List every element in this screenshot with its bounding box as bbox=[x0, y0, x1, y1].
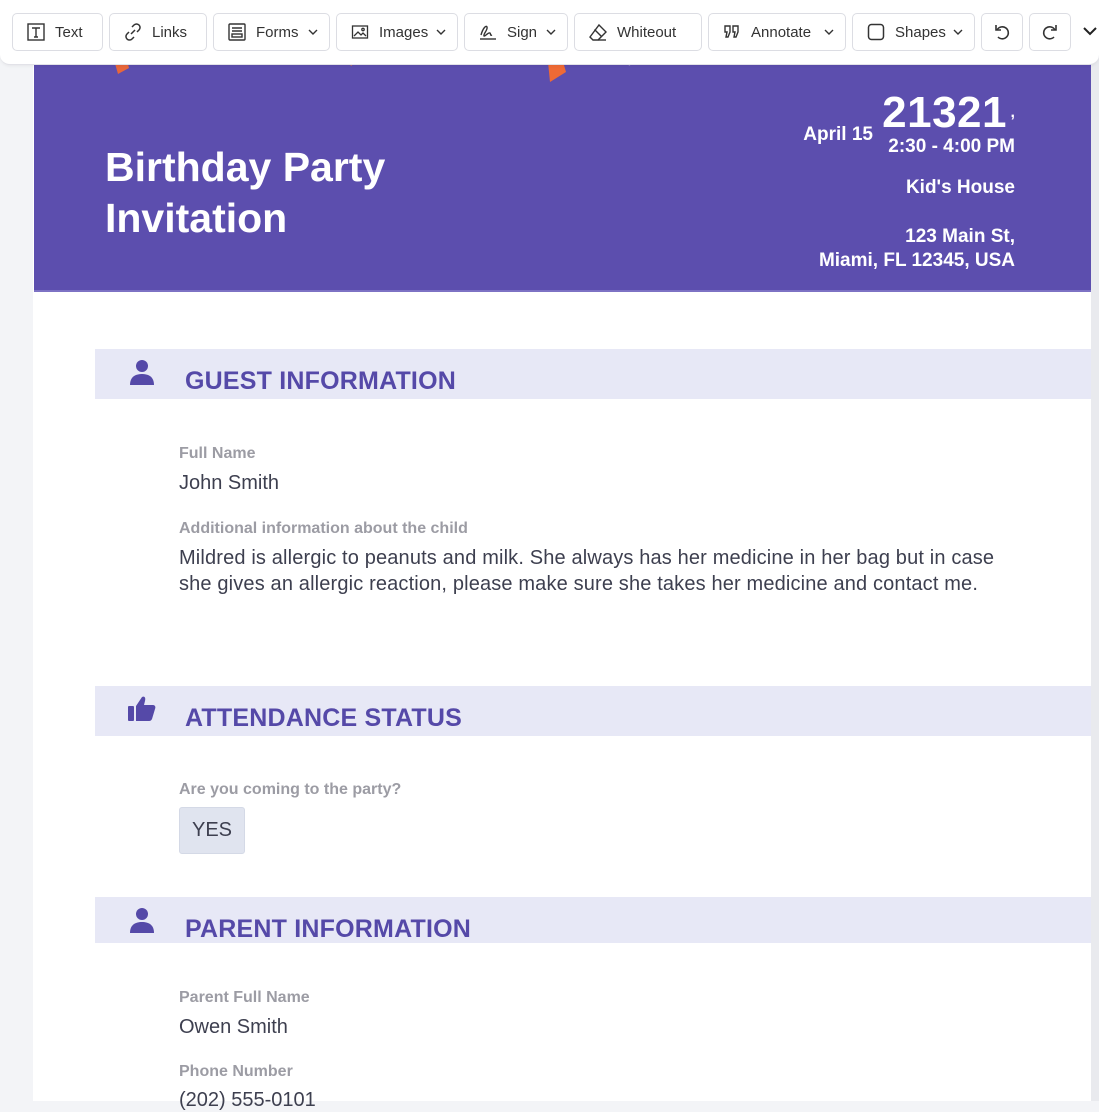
guest-information-header: GUEST INFORMATION bbox=[95, 349, 1091, 399]
shapes-tool-label: Shapes bbox=[895, 23, 946, 41]
editor-toolbar: Text Links Forms Images Sign Whiteout An… bbox=[0, 0, 1099, 65]
text-tool-label: Text bbox=[55, 23, 83, 41]
event-time: 2:30 - 4:00 PM bbox=[888, 136, 1015, 157]
header-divider bbox=[34, 290, 1091, 292]
attendance-status-header: ATTENDANCE STATUS bbox=[95, 686, 1091, 736]
shapes-tool-button[interactable]: Shapes bbox=[852, 13, 975, 51]
forms-tool-label: Forms bbox=[256, 23, 299, 41]
images-tool-label: Images bbox=[379, 23, 429, 41]
image-icon bbox=[349, 21, 371, 43]
section-title: ATTENDANCE STATUS bbox=[185, 704, 462, 732]
additional-info-value: Mildred is allergic to peanuts and milk.… bbox=[179, 547, 995, 595]
form-icon bbox=[226, 21, 248, 43]
annotate-tool-button[interactable]: Annotate bbox=[708, 13, 846, 51]
additional-info-label: Additional information about the child bbox=[179, 520, 468, 537]
annotate-tool-label: Annotate bbox=[751, 23, 812, 41]
invitation-title: Birthday Party Invitation bbox=[105, 144, 386, 241]
chevron-down-icon bbox=[952, 26, 964, 38]
more-tools-button[interactable] bbox=[1079, 24, 1099, 42]
section-title: GUEST INFORMATION bbox=[185, 367, 456, 395]
event-date: April 15 bbox=[803, 124, 873, 145]
undo-icon bbox=[991, 21, 1013, 43]
event-number-comma: , bbox=[1010, 104, 1015, 121]
person-icon bbox=[127, 905, 157, 935]
chevron-down-icon bbox=[435, 26, 447, 38]
square-icon bbox=[865, 21, 887, 43]
forms-tool-button[interactable]: Forms bbox=[213, 13, 330, 51]
event-place: Kid's House bbox=[905, 177, 1015, 198]
annotate-icon bbox=[721, 21, 743, 43]
signature-icon bbox=[477, 21, 499, 43]
chevron-down-icon bbox=[545, 26, 557, 38]
event-address: 123 Main St, Miami, FL 12345, USA bbox=[819, 225, 1015, 273]
text-tool-icon bbox=[25, 21, 47, 43]
chevron-down-icon bbox=[823, 26, 835, 38]
attendance-question-label: Are you coming to the party? bbox=[179, 781, 402, 798]
full-name-label: Full Name bbox=[179, 445, 256, 462]
phone-number-label: Phone Number bbox=[179, 1063, 293, 1080]
parent-information-header: PARENT INFORMATION bbox=[95, 897, 1091, 943]
full-name-value: John Smith bbox=[179, 472, 280, 494]
undo-button[interactable] bbox=[981, 13, 1023, 51]
chevron-down-icon bbox=[1079, 24, 1099, 38]
text-tool-button[interactable]: Text bbox=[12, 13, 103, 51]
link-icon bbox=[122, 21, 144, 43]
eraser-icon bbox=[587, 21, 609, 43]
whiteout-tool-button[interactable]: Whiteout bbox=[574, 13, 702, 51]
address-line-2: Miami, FL 12345, USA bbox=[818, 250, 1015, 271]
links-tool-label: Links bbox=[152, 23, 188, 41]
section-title: PARENT INFORMATION bbox=[185, 915, 471, 943]
address-line-1: 123 Main St, bbox=[905, 226, 1015, 247]
whiteout-tool-label: Whiteout bbox=[617, 23, 677, 41]
parent-name-label: Parent Full Name bbox=[179, 989, 310, 1006]
chevron-down-icon bbox=[307, 26, 319, 38]
thumbs-up-icon bbox=[127, 694, 157, 724]
links-tool-button[interactable]: Links bbox=[109, 13, 207, 51]
event-number: 21321 bbox=[882, 88, 1007, 137]
redo-button[interactable] bbox=[1029, 13, 1071, 51]
redo-icon bbox=[1039, 21, 1061, 43]
images-tool-button[interactable]: Images bbox=[336, 13, 458, 51]
sign-tool-button[interactable]: Sign bbox=[464, 13, 568, 51]
person-icon bbox=[127, 357, 157, 387]
page-scroll-edge bbox=[1091, 0, 1099, 1101]
parent-name-value: Owen Smith bbox=[179, 1016, 288, 1038]
attendance-answer-badge: YES bbox=[179, 807, 245, 854]
sign-tool-label: Sign bbox=[507, 23, 538, 41]
